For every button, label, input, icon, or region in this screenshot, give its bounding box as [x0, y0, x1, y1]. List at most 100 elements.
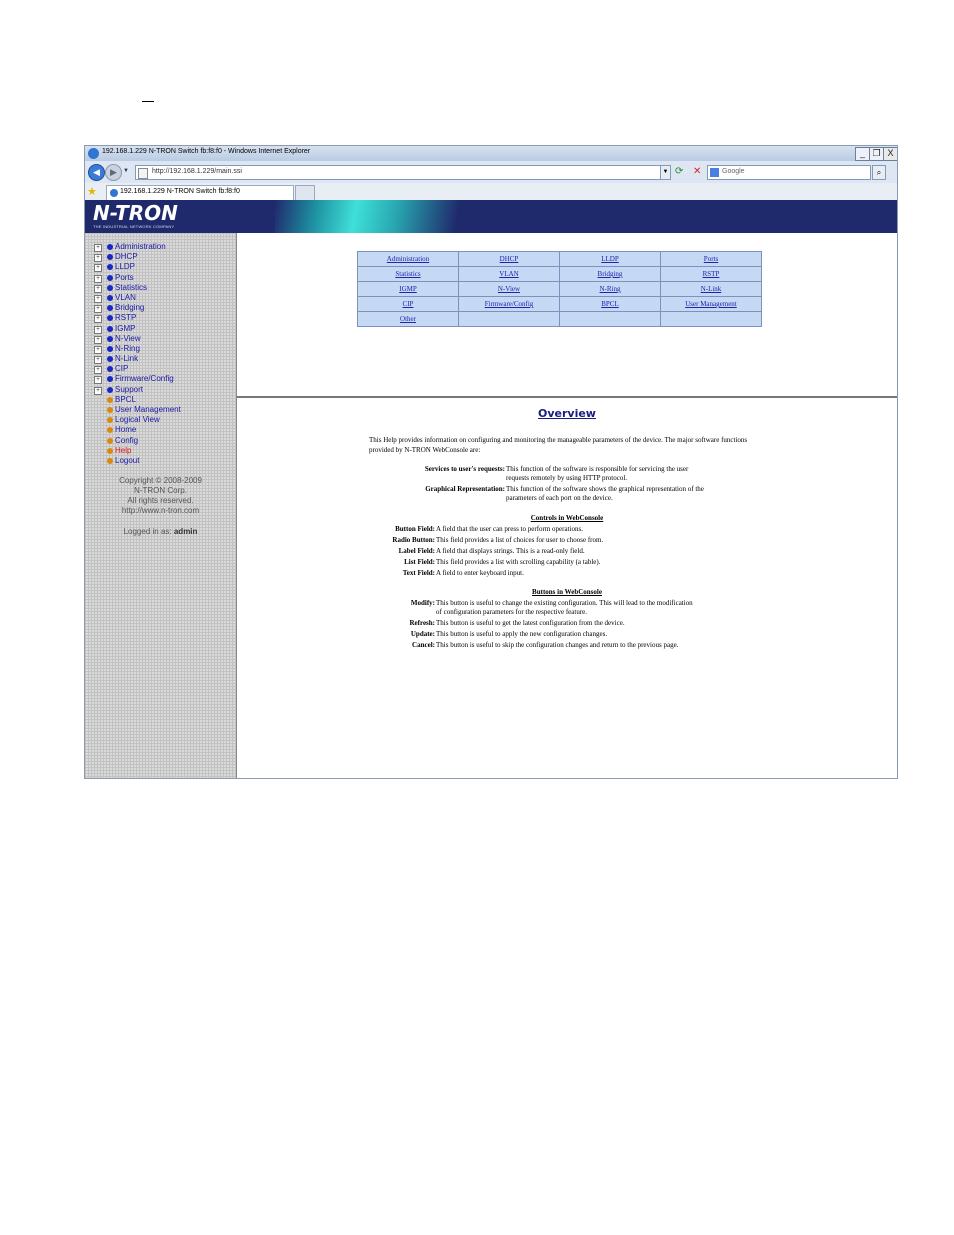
- sidebar-item-label[interactable]: CIP: [115, 364, 128, 374]
- feature-link[interactable]: LLDP: [601, 255, 619, 263]
- link-cell[interactable]: N-View: [458, 281, 560, 297]
- feature-link[interactable]: N-View: [498, 285, 520, 293]
- page-bullet-icon: [107, 427, 113, 434]
- address-input[interactable]: http://192.168.1.229/main.ssi: [135, 165, 671, 180]
- sidebar-item-label[interactable]: Logout: [115, 456, 139, 466]
- sidebar-item-label[interactable]: Home: [115, 425, 136, 435]
- feature-link[interactable]: BPCL: [601, 300, 619, 308]
- help-intro: This Help provides information on config…: [369, 436, 748, 454]
- sidebar-item-label[interactable]: Bridging: [115, 303, 144, 313]
- link-cell[interactable]: RSTP: [660, 266, 762, 282]
- search-input[interactable]: Google: [707, 165, 871, 180]
- logged-in-user: admin: [173, 527, 198, 536]
- tab-main[interactable]: 192.168.1.229 N-TRON Switch fb:f8:f0: [106, 185, 294, 200]
- feature-link[interactable]: DHCP: [500, 255, 519, 263]
- forward-button[interactable]: ▶: [105, 164, 122, 181]
- stop-icon[interactable]: ✕: [693, 165, 705, 178]
- folder-bullet-icon: [107, 294, 113, 301]
- window-title: 192.168.1.229 N-TRON Switch fb:f8:f0 - W…: [102, 148, 311, 155]
- link-cell[interactable]: Statistics: [357, 266, 459, 282]
- feature-link[interactable]: Statistics: [395, 270, 420, 278]
- sidebar-item-label[interactable]: N-View: [115, 334, 141, 344]
- expand-icon[interactable]: +: [94, 345, 102, 354]
- sidebar-item-label[interactable]: Administration: [115, 242, 166, 252]
- search-icon[interactable]: ⌕: [872, 165, 886, 180]
- sidebar-item-label[interactable]: Statistics: [115, 283, 147, 293]
- sidebar-item-label[interactable]: Firmware/Config: [115, 374, 174, 384]
- feature-link[interactable]: Ports: [704, 255, 718, 263]
- back-button[interactable]: ◀: [88, 164, 105, 181]
- link-cell[interactable]: BPCL: [559, 296, 661, 312]
- expand-icon[interactable]: +: [94, 244, 102, 252]
- recent-pages-dropdown-icon[interactable]: ▼: [123, 168, 129, 174]
- link-cell[interactable]: Administration: [357, 251, 459, 267]
- link-cell[interactable]: Bridging: [559, 266, 661, 282]
- expand-icon[interactable]: +: [94, 386, 102, 395]
- sidebar-item-label[interactable]: Support: [115, 385, 143, 395]
- expand-icon[interactable]: +: [94, 284, 102, 293]
- feature-link[interactable]: CIP: [403, 300, 414, 308]
- expand-icon[interactable]: +: [94, 274, 102, 283]
- close-button[interactable]: X: [883, 147, 897, 161]
- function-desc: parameters of each port on the device.: [506, 494, 613, 502]
- feature-link[interactable]: Administration: [387, 255, 429, 263]
- sidebar-item-label[interactable]: Ports: [115, 273, 134, 283]
- expand-icon[interactable]: +: [94, 315, 102, 324]
- address-dropdown-button[interactable]: ▼: [660, 165, 671, 180]
- link-cell[interactable]: CIP: [357, 296, 459, 312]
- feature-link[interactable]: Other: [400, 315, 416, 323]
- expand-icon[interactable]: +: [94, 325, 102, 334]
- link-cell[interactable]: Ports: [660, 251, 762, 267]
- sidebar-item-label[interactable]: Config: [115, 436, 138, 446]
- expand-icon[interactable]: +: [94, 264, 102, 273]
- link-cell[interactable]: IGMP: [357, 281, 459, 297]
- link-cell[interactable]: N-Ring: [559, 281, 661, 297]
- sidebar-item-label[interactable]: LLDP: [115, 262, 135, 272]
- control-desc: A field that displays strings. This is a…: [436, 547, 585, 555]
- link-cell[interactable]: User Management: [660, 296, 762, 312]
- expand-icon[interactable]: +: [94, 254, 102, 263]
- feature-link[interactable]: N-Link: [701, 285, 722, 293]
- link-cell[interactable]: N-Link: [660, 281, 762, 297]
- sidebar-item-label[interactable]: DHCP: [115, 252, 138, 262]
- expand-icon[interactable]: +: [94, 366, 102, 375]
- expand-icon[interactable]: +: [94, 294, 102, 303]
- sidebar-item-label[interactable]: IGMP: [115, 324, 135, 334]
- feature-link[interactable]: Bridging: [598, 270, 623, 278]
- feature-link[interactable]: User Management: [685, 300, 737, 308]
- link-frame: Administration DHCP LLDP Ports Statistics VLA…: [237, 233, 897, 398]
- refresh-icon[interactable]: ⟳: [675, 165, 687, 178]
- expand-icon[interactable]: +: [94, 335, 102, 344]
- sidebar-item-label[interactable]: N-Link: [115, 354, 138, 364]
- feature-link[interactable]: Firmware/Config: [485, 300, 534, 308]
- sidebar-item-label[interactable]: RSTP: [115, 313, 136, 323]
- sidebar-item-label[interactable]: User Management: [115, 405, 181, 415]
- sidebar-item-label[interactable]: VLAN: [115, 293, 136, 303]
- feature-link[interactable]: RSTP: [703, 270, 720, 278]
- control-desc: This field provides a list of choices fo…: [436, 536, 604, 544]
- favorites-star-icon[interactable]: ★: [87, 185, 97, 198]
- link-cell[interactable]: LLDP: [559, 251, 661, 267]
- sidebar-item-label[interactable]: Help: [115, 446, 131, 456]
- expand-icon[interactable]: +: [94, 376, 102, 385]
- folder-bullet-icon: [107, 264, 113, 271]
- minimize-button[interactable]: _: [855, 147, 870, 161]
- sidebar-item-label[interactable]: N-Ring: [115, 344, 140, 354]
- expand-icon[interactable]: +: [94, 356, 102, 365]
- button-term: Update:: [410, 630, 435, 638]
- link-cell[interactable]: Firmware/Config: [458, 296, 560, 312]
- expand-icon[interactable]: +: [94, 305, 102, 314]
- link-cell[interactable]: Other: [357, 311, 459, 327]
- sidebar-item-label[interactable]: BPCL: [115, 395, 136, 405]
- restore-button[interactable]: ❐: [869, 147, 884, 161]
- link-cell[interactable]: DHCP: [458, 251, 560, 267]
- sidebar-item-label[interactable]: Logical View: [115, 415, 160, 425]
- feature-link[interactable]: N-Ring: [600, 285, 621, 293]
- control-desc: This field provides a list with scrollin…: [436, 558, 601, 566]
- link-cell[interactable]: VLAN: [458, 266, 560, 282]
- new-tab-button[interactable]: [295, 185, 315, 200]
- button-desc: of configuration parameters for the resp…: [436, 608, 588, 616]
- button-desc: This button is useful to apply the new c…: [436, 630, 608, 638]
- feature-link[interactable]: IGMP: [399, 285, 417, 293]
- feature-link[interactable]: VLAN: [499, 270, 518, 278]
